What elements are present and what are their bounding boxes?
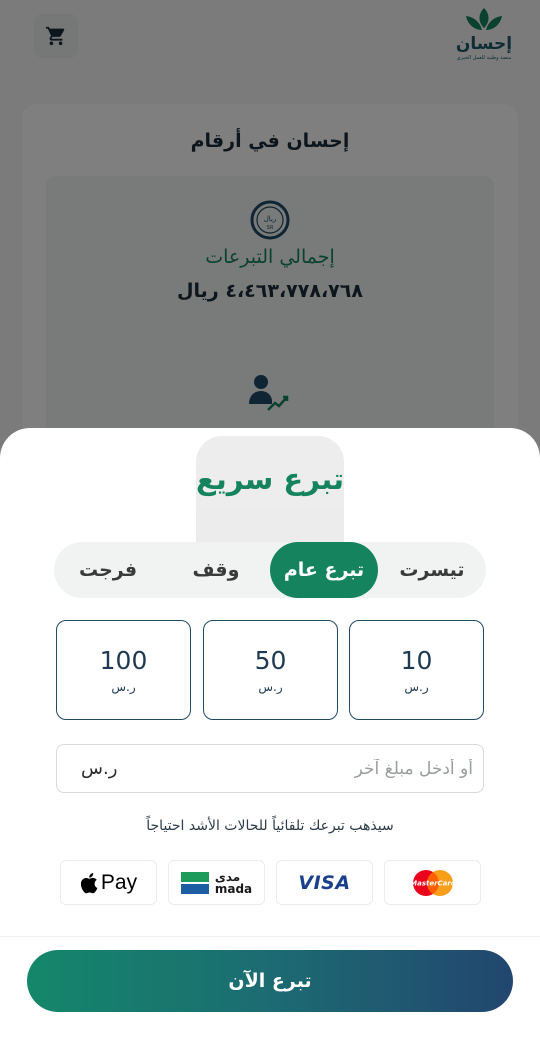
- mastercard-label: MasterCard: [410, 879, 457, 887]
- tab-furijat[interactable]: فرجت: [54, 542, 162, 598]
- mada-icon: مدى mada: [180, 869, 253, 896]
- sheet-title: تبرع سريع: [196, 462, 344, 496]
- amount-value: 100: [99, 646, 148, 675]
- payment-mada: مدى mada: [168, 860, 265, 905]
- amount-option-10[interactable]: 10 ر.س: [349, 620, 484, 720]
- amount-option-50[interactable]: 50 ر.س: [203, 620, 338, 720]
- custom-amount-field: ر.س: [56, 744, 484, 793]
- custom-amount-input[interactable]: [147, 745, 473, 792]
- apple-pay-icon: Pay: [80, 871, 137, 895]
- amount-value: 50: [254, 646, 287, 675]
- payment-mastercard: MasterCard: [384, 860, 481, 905]
- mada-latin-label: mada: [214, 881, 253, 896]
- amount-unit: ر.س: [111, 680, 136, 694]
- visa-icon: VISA: [298, 871, 351, 894]
- mada-arabic-label: مدى: [214, 869, 241, 884]
- amount-unit: ر.س: [404, 680, 429, 694]
- payment-visa: VISA: [276, 860, 373, 905]
- tab-taysarat[interactable]: تيسرت: [378, 542, 486, 598]
- donate-now-button[interactable]: تبرع الآن: [27, 950, 513, 1012]
- mastercard-icon: MasterCard: [410, 869, 457, 896]
- payment-apple-pay: Pay: [60, 860, 157, 905]
- apple-logo-icon: [80, 872, 98, 893]
- auto-allocation-note: سيذهب تبرعك تلقائياً للحالات الأشد احتيا…: [146, 818, 394, 834]
- donation-type-tabs: تيسرت تبرع عام وقف فرجت: [54, 542, 486, 598]
- amount-option-100[interactable]: 100 ر.س: [56, 620, 191, 720]
- tab-general-donation[interactable]: تبرع عام: [270, 542, 378, 598]
- apple-pay-label: Pay: [100, 870, 138, 894]
- custom-amount-unit: ر.س: [81, 758, 118, 779]
- divider: [0, 936, 540, 937]
- tab-waqf[interactable]: وقف: [162, 542, 270, 598]
- amount-value: 10: [400, 646, 433, 675]
- quick-donate-sheet: تبرع سريع تيسرت تبرع عام وقف فرجت 10 ر.س…: [0, 428, 540, 1057]
- amount-unit: ر.س: [258, 680, 283, 694]
